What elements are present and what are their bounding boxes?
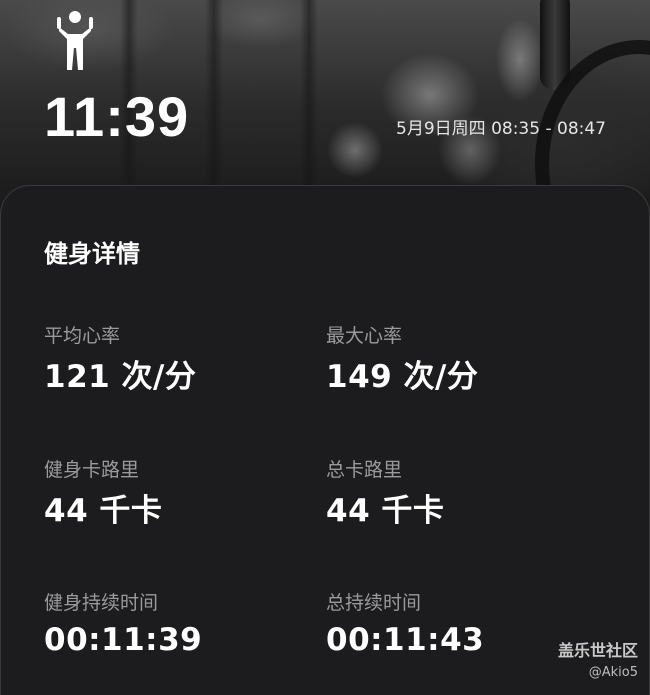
avg-heart-rate-label: 平均心率 (44, 325, 121, 347)
workout-duration-label: 健身持续时间 (44, 592, 159, 614)
background-bar-decoration (205, 0, 223, 190)
max-heart-rate-label: 最大心率 (326, 325, 403, 347)
workout-detail-screen: 11:39 5月9日周四 08:35 - 08:47 健身详情 平均心率 121… (0, 0, 650, 695)
total-calories-value: 44 千卡 (326, 493, 445, 529)
max-heart-rate-value: 149 次/分 (326, 359, 479, 395)
workout-duration-value: 00:11:39 (44, 622, 203, 658)
total-duration-value: 00:11:43 (326, 622, 485, 658)
total-calories-label: 总卡路里 (326, 459, 403, 481)
details-title: 健身详情 (44, 240, 140, 268)
strength-training-icon (57, 11, 93, 70)
total-duration-label: 总持续时间 (326, 592, 422, 614)
watermark-user: @Akio5 (588, 665, 638, 680)
workout-calories-value: 44 千卡 (44, 493, 163, 529)
workout-duration: 11:39 (44, 85, 190, 148)
watermark-brand: 盖乐世社区 (557, 641, 638, 660)
background-bar-decoration (300, 0, 318, 190)
session-date-time: 5月9日周四 08:35 - 08:47 (396, 119, 606, 139)
workout-calories-label: 健身卡路里 (44, 459, 140, 481)
avg-heart-rate-value: 121 次/分 (44, 359, 197, 395)
